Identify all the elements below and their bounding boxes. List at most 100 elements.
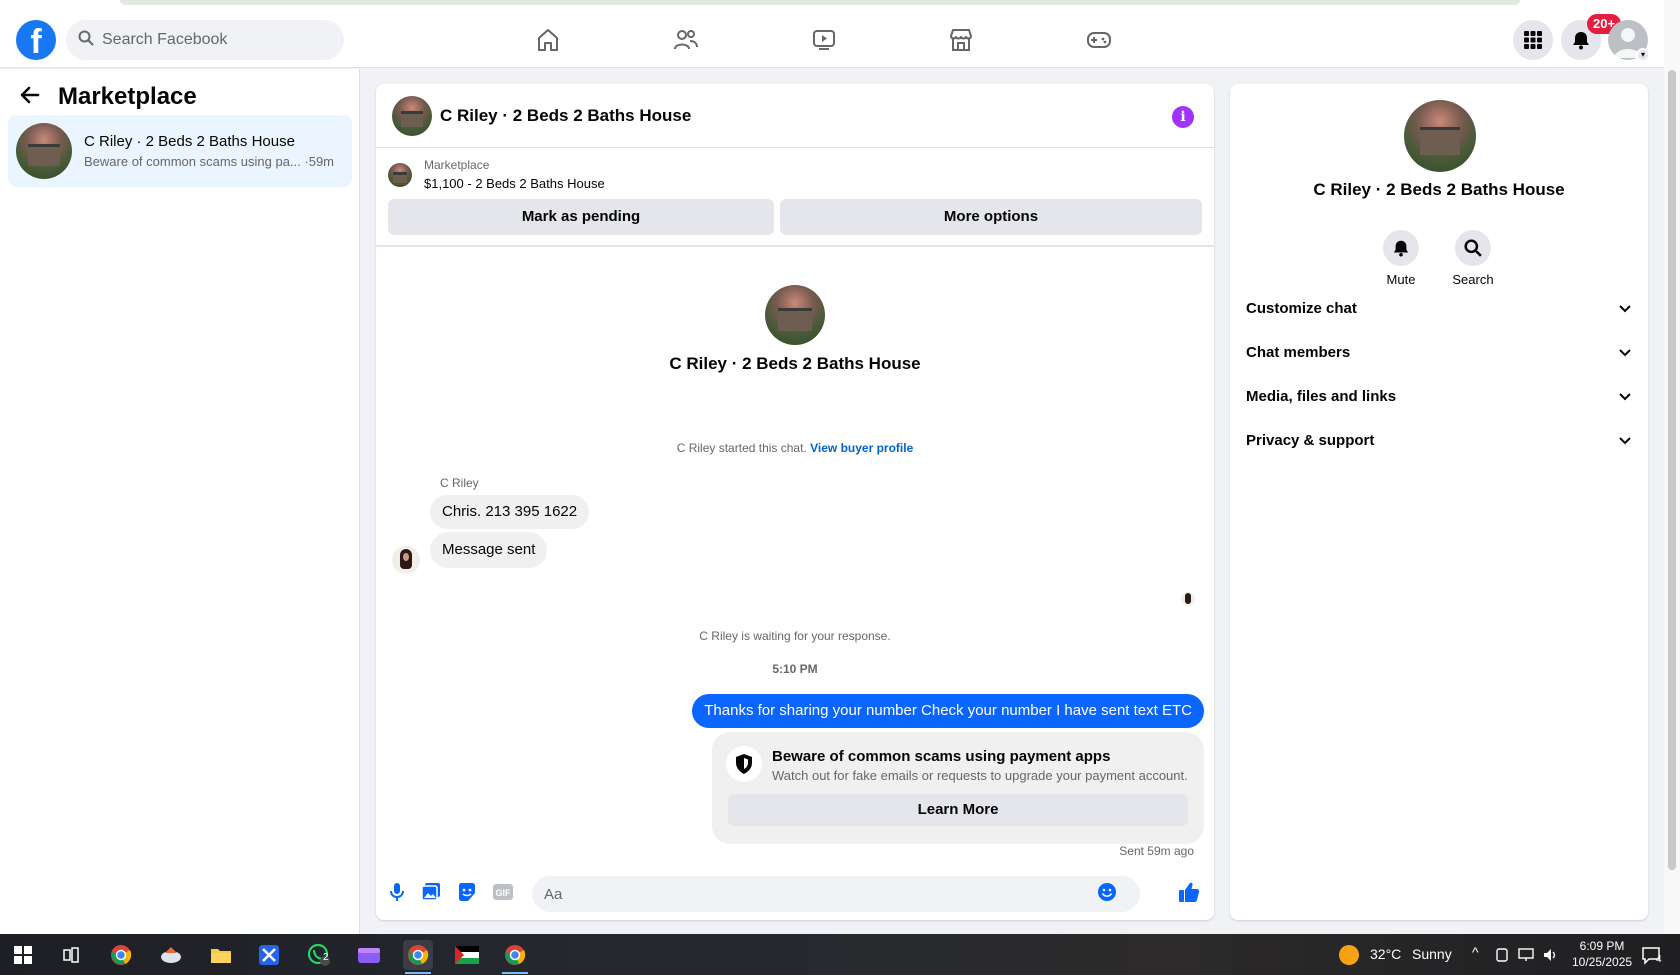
menu-grid-button[interactable]: [1513, 20, 1553, 60]
marketplace-icon[interactable]: [943, 22, 979, 58]
scrollbar-thumb[interactable]: [1668, 70, 1676, 870]
more-options-button[interactable]: More options: [780, 199, 1202, 235]
mark-pending-button[interactable]: Mark as pending: [388, 199, 774, 235]
app-blue-icon[interactable]: [254, 940, 284, 970]
conversation-preview: Beware of common scams using pa... ·59m: [84, 154, 335, 169]
listing-small-thumbnail: [388, 162, 412, 187]
timestamp: 5:10 PM: [772, 662, 818, 676]
chrome-second-profile-icon[interactable]: [500, 940, 530, 974]
listing-thumbnail: [16, 123, 72, 179]
search-input[interactable]: [102, 31, 322, 49]
learn-more-button[interactable]: Learn More: [728, 794, 1188, 826]
listing-summary[interactable]: Marketplace $1,100 - 2 Beds 2 Baths Hous…: [388, 158, 605, 191]
chat-panel: C Riley · 2 Beds 2 Baths House i Marketp…: [376, 84, 1214, 920]
listing-source: Marketplace: [424, 158, 490, 172]
chat-header-title[interactable]: C Riley · 2 Beds 2 Baths House: [440, 106, 691, 126]
bell-icon: [1393, 240, 1409, 257]
search-box[interactable]: [66, 20, 344, 60]
file-explorer-icon[interactable]: [206, 940, 236, 970]
clock-date: 10/25/2025: [1572, 955, 1633, 969]
incoming-message[interactable]: Message sent: [430, 532, 548, 568]
task-view-icon[interactable]: [56, 940, 86, 970]
listing-price: $1,100 - 2 Beds 2 Baths House: [424, 176, 605, 191]
chevron-down-icon: [1619, 393, 1631, 401]
photo-icon[interactable]: [420, 881, 442, 903]
message-input[interactable]: [532, 876, 1140, 912]
conversation-time: ·59m: [304, 154, 335, 169]
scam-subtitle: Watch out for fake emails or requests to…: [772, 768, 1188, 783]
whatsapp-icon[interactable]: 2: [304, 940, 334, 970]
grid-icon: [1524, 31, 1542, 49]
sticker-icon[interactable]: [456, 881, 478, 903]
sent-status: Sent 59m ago: [1119, 844, 1194, 858]
section-media-files-links[interactable]: Media, files and links: [1246, 374, 1632, 418]
thumbs-up-icon[interactable]: [1178, 881, 1200, 903]
home-icon[interactable]: [530, 22, 566, 58]
volume-icon[interactable]: [1540, 940, 1560, 970]
browser-tabstrip: [120, 0, 1520, 5]
flag-app-icon[interactable]: [452, 940, 482, 970]
tray-chevron-up-icon[interactable]: ^: [1472, 944, 1479, 960]
watch-icon[interactable]: [806, 22, 842, 58]
notification-count: 4: [1656, 954, 1662, 965]
chevron-down-icon: [1619, 305, 1631, 313]
gif-icon[interactable]: GIF: [492, 881, 514, 903]
chat-started-note: C Riley started this chat. View buyer pr…: [676, 441, 914, 455]
chat-header-avatar[interactable]: [392, 95, 432, 136]
conversation-item[interactable]: C Riley · 2 Beds 2 Baths House Beware of…: [8, 115, 352, 187]
search-conversation-button[interactable]: Search: [1443, 230, 1503, 287]
search-icon: [1464, 239, 1482, 257]
divider: [376, 245, 1214, 247]
mute-button[interactable]: Mute: [1371, 230, 1431, 287]
chat-header: C Riley · 2 Beds 2 Baths House i: [376, 84, 1214, 148]
notification-center-icon[interactable]: 4: [1636, 940, 1666, 970]
read-receipt-avatar: [1181, 592, 1195, 606]
svg-text:GIF: GIF: [496, 888, 512, 898]
bell-icon: [1573, 32, 1589, 50]
view-buyer-profile-link[interactable]: View buyer profile: [810, 441, 913, 455]
conversation-info-panel: C Riley · 2 Beds 2 Baths House Mute Sear…: [1230, 84, 1648, 920]
outgoing-message[interactable]: Thanks for sharing your number Check you…: [692, 694, 1204, 728]
sender-avatar[interactable]: [392, 546, 420, 574]
sidebar: Marketplace C Riley · 2 Beds 2 Baths Hou…: [0, 69, 360, 934]
chrome-profile-icon[interactable]: [403, 940, 433, 974]
section-customize-chat[interactable]: Customize chat: [1246, 286, 1632, 330]
search-label: Search: [1452, 272, 1494, 287]
video-editor-icon[interactable]: [354, 940, 384, 970]
sun-icon[interactable]: [1337, 940, 1361, 970]
sidebar-header: Marketplace: [20, 83, 197, 111]
chevron-down-icon: [1619, 437, 1631, 445]
incoming-message[interactable]: Chris. 213 395 1622: [430, 495, 590, 529]
windows-start-icon[interactable]: [8, 940, 38, 970]
scam-title: Beware of common scams using payment app…: [772, 748, 1111, 765]
weather-temp[interactable]: 32°C: [1370, 946, 1401, 962]
mute-label: Mute: [1386, 272, 1416, 287]
chevron-down-icon[interactable]: ▾: [1636, 48, 1650, 62]
chrome-icon[interactable]: [106, 940, 136, 970]
composer: GIF: [376, 868, 1214, 920]
chevron-down-icon: [1619, 349, 1631, 357]
shield-icon: [726, 746, 762, 782]
facebook-logo[interactable]: f: [16, 20, 56, 60]
clock[interactable]: 6:09 PM 10/25/2025: [1572, 938, 1632, 970]
whatsapp-badge: 2: [323, 952, 329, 963]
page-scrollbar[interactable]: [1664, 0, 1680, 934]
friends-icon[interactable]: [668, 22, 704, 58]
emoji-icon[interactable]: [1096, 881, 1118, 903]
active-indicator: [502, 972, 528, 974]
clock-time: 6:09 PM: [1579, 939, 1625, 953]
weather-app-icon[interactable]: [156, 940, 186, 970]
conversation-title: C Riley · 2 Beds 2 Baths House: [84, 133, 295, 150]
meet-now-icon[interactable]: [1492, 940, 1512, 970]
windows-taskbar: 2 32°C Sunny ^ 6:09 PM 10/25/2025 4: [0, 934, 1680, 975]
info-title: C Riley · 2 Beds 2 Baths House: [1313, 180, 1565, 199]
weather-condition[interactable]: Sunny: [1412, 946, 1452, 962]
sender-name: C Riley: [440, 476, 479, 490]
section-chat-members[interactable]: Chat members: [1246, 330, 1632, 374]
gaming-icon[interactable]: [1081, 22, 1117, 58]
section-privacy-support[interactable]: Privacy & support: [1246, 418, 1632, 462]
back-arrow-icon[interactable]: [20, 85, 40, 110]
network-icon[interactable]: [1516, 940, 1536, 970]
microphone-icon[interactable]: [386, 881, 408, 903]
info-icon[interactable]: i: [1172, 106, 1194, 128]
